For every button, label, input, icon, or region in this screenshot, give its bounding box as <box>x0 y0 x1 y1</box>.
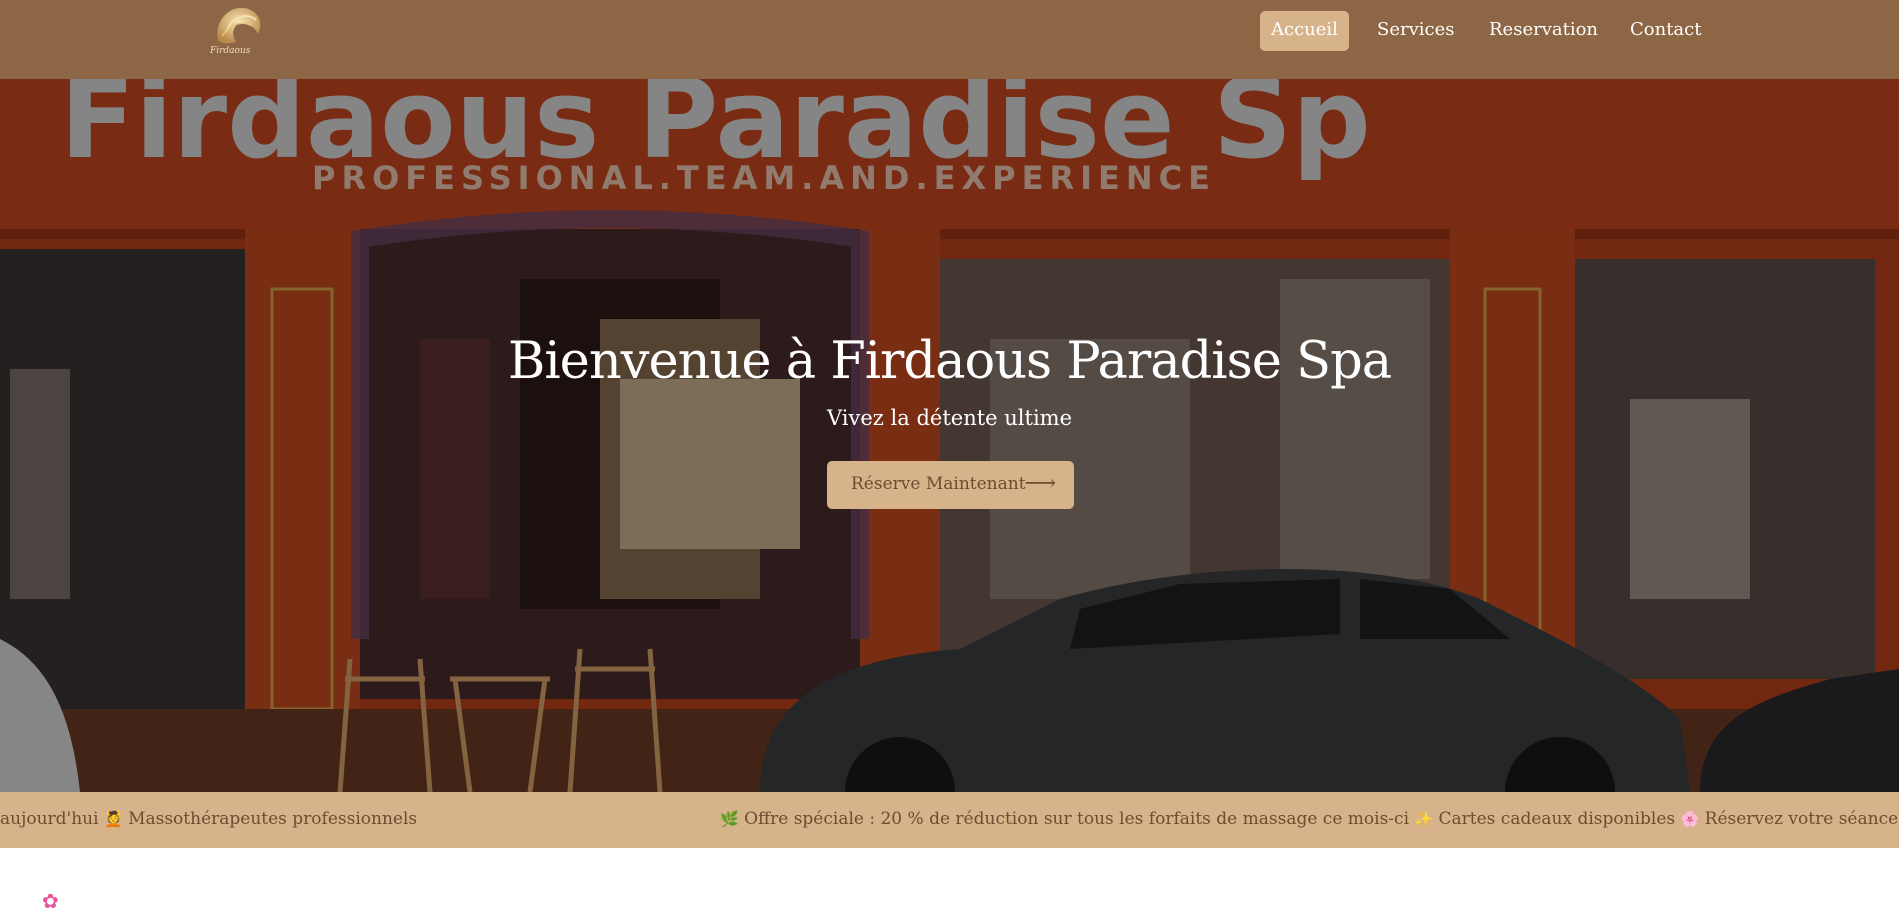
announcement-ticker: aujourd'hui 💆 Massothérapeutes professio… <box>0 792 1899 848</box>
leaf-icon: 🌿 <box>720 810 739 828</box>
flower-icon: ✿ <box>42 889 59 913</box>
ticker-track-2: 🌿 Offre spéciale : 20 % de réduction sur… <box>720 809 1899 829</box>
main-nav: Accueil Services Reservation Contact <box>0 11 1899 51</box>
ticker-text-offer: Offre spéciale : 20 % de réduction sur t… <box>744 809 1410 829</box>
reserve-now-button[interactable]: Réserve Maintenant ⟶ <box>827 461 1074 509</box>
nav-accueil[interactable]: Accueil <box>1260 11 1349 51</box>
nav-services[interactable]: Services <box>1366 11 1465 51</box>
hero-section: Firdaous Paradise Sp PROFESSIONAL.TEAM.A… <box>0 79 1899 792</box>
ticker-text-today: aujourd'hui <box>0 809 99 829</box>
hero-subtitle: Vivez la détente ultime <box>827 406 1072 430</box>
reserve-now-label: Réserve Maintenant <box>851 474 1026 494</box>
site-header: Firdaous Accueil Services Reservation Co… <box>0 0 1899 79</box>
massage-icon: 💆 <box>103 810 123 828</box>
nav-contact[interactable]: Contact <box>1619 11 1712 51</box>
ticker-track-1: aujourd'hui 💆 Massothérapeutes professio… <box>0 809 417 829</box>
sparkle-icon: ✨ <box>1414 810 1434 828</box>
nav-reservation[interactable]: Reservation <box>1478 11 1609 51</box>
hero-overlay <box>0 79 1899 792</box>
arrow-right-icon: ⟶ <box>1024 471 1056 496</box>
ticker-text-therapists: Massothérapeutes professionnels <box>128 809 418 829</box>
ticker-text-gift-cards: Cartes cadeaux disponibles <box>1438 809 1676 829</box>
hero-title: Bienvenue à Firdaous Paradise Spa <box>507 332 1392 391</box>
flower-icon: 🌸 <box>1680 810 1700 828</box>
ticker-text-book: Réservez votre séance de relaxation dès <box>1704 809 1899 829</box>
